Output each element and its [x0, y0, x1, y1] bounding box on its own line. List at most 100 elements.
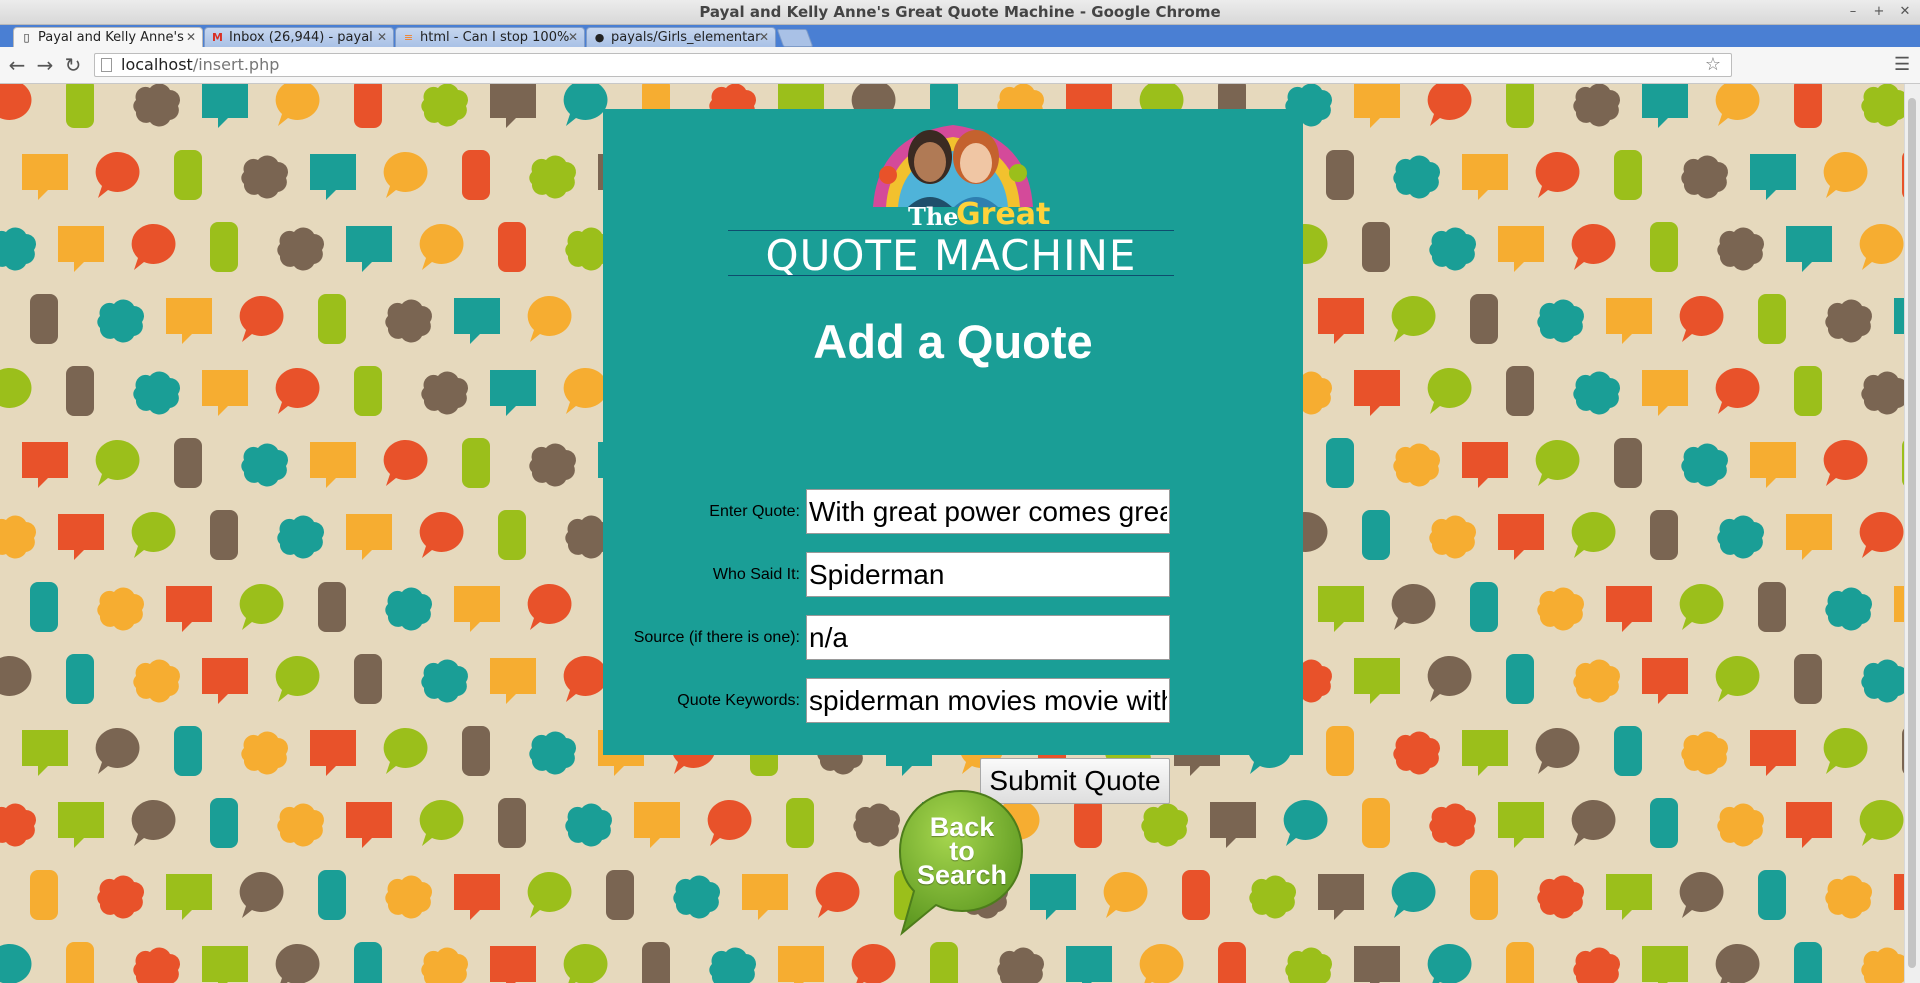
url-path: /insert.php [192, 55, 280, 74]
speech-bubble-icon [1861, 659, 1905, 703]
speech-bubble-icon [1823, 151, 1868, 198]
speech-bubble-icon [1679, 583, 1724, 630]
tab-quote-machine[interactable]: ▯ Payal and Kelly Anne's ✕ [13, 27, 203, 47]
speech-bubble-icon [1462, 730, 1508, 776]
speech-bubble-icon [1283, 799, 1328, 846]
speech-bubble-icon [174, 438, 202, 488]
speech-bubble-icon [318, 870, 346, 920]
window-title: Payal and Kelly Anne's Great Quote Machi… [699, 3, 1221, 21]
speech-bubble-icon [1391, 583, 1436, 630]
scrollbar-thumb[interactable] [1908, 98, 1916, 968]
speech-bubble-icon [786, 798, 814, 848]
speech-bubble-icon [709, 947, 756, 983]
back-arrow-icon[interactable]: ← [6, 54, 28, 76]
speech-bubble-icon [1859, 511, 1904, 558]
speech-bubble-icon [563, 84, 608, 126]
speech-bubble-icon [385, 299, 432, 343]
speech-bubble-icon [22, 154, 68, 200]
close-tab-icon[interactable]: ✕ [186, 28, 196, 47]
tab-inbox[interactable]: M Inbox (26,944) - payal ✕ [204, 27, 394, 47]
github-icon: ● [594, 31, 605, 44]
speech-bubble-icon [1362, 510, 1390, 560]
speech-bubble-icon [133, 84, 180, 127]
logo-divider [728, 275, 1174, 276]
speech-bubble-icon [419, 511, 464, 558]
speech-bubble-icon [1427, 655, 1472, 702]
speech-bubble-icon [1066, 946, 1112, 983]
close-tab-icon[interactable]: ✕ [759, 28, 769, 47]
address-bar[interactable]: localhost/insert.php ☆ [94, 53, 1732, 77]
speech-bubble-icon [1825, 587, 1873, 631]
speech-bubble-icon [1354, 84, 1400, 128]
speech-bubble-icon [277, 803, 325, 847]
speech-bubble-icon [421, 84, 468, 127]
speech-bubble-icon [0, 227, 36, 271]
vertical-scrollbar[interactable] [1904, 84, 1920, 983]
speech-bubble-icon [30, 870, 58, 920]
tab-github[interactable]: ● payals/Girls_elementar ✕ [586, 27, 776, 47]
speech-bubble-icon [97, 587, 145, 631]
reload-icon[interactable]: ↻ [62, 54, 84, 76]
speech-bubble-icon [742, 874, 788, 920]
speech-bubble-icon [1642, 946, 1688, 983]
speech-bubble-icon [1758, 294, 1786, 344]
quote-label: Enter Quote: [709, 503, 800, 520]
stackoverflow-icon: ≡ [403, 31, 414, 44]
author-input[interactable] [806, 552, 1170, 597]
maximize-button[interactable]: + [1872, 5, 1886, 19]
speech-bubble-icon [1861, 947, 1905, 983]
speech-bubble-icon [1794, 942, 1822, 983]
new-tab-button[interactable] [776, 29, 814, 47]
speech-bubble-icon [385, 875, 432, 919]
speech-bubble-icon [1750, 442, 1796, 488]
bookmark-star-icon[interactable]: ☆ [1705, 54, 1721, 76]
speech-bubble-icon [0, 367, 32, 408]
speech-bubble-icon [1786, 514, 1832, 560]
speech-bubble-icon [421, 947, 468, 983]
speech-bubble-icon [563, 367, 608, 414]
speech-bubble-icon [1823, 439, 1868, 486]
speech-bubble-icon [1537, 587, 1584, 631]
source-input[interactable] [806, 615, 1170, 660]
speech-bubble-icon [1758, 582, 1786, 632]
speech-bubble-icon [0, 655, 32, 696]
forward-arrow-icon[interactable]: → [34, 54, 56, 76]
minimize-button[interactable]: – [1846, 5, 1860, 19]
speech-bubble-icon [1681, 731, 1729, 775]
speech-bubble-icon [1141, 803, 1188, 847]
speech-bubble-icon [1470, 870, 1498, 920]
speech-bubble-icon [202, 84, 248, 128]
speech-bubble-icon [1103, 871, 1148, 918]
speech-bubble-icon [1859, 223, 1904, 270]
speech-bubble-icon [385, 587, 432, 631]
speech-bubble-icon [1825, 299, 1872, 343]
speech-bubble-icon [1681, 155, 1729, 199]
speech-bubble-icon [66, 942, 94, 983]
speech-bubble-icon [1139, 943, 1184, 983]
close-tab-icon[interactable]: ✕ [377, 28, 387, 47]
close-tab-icon[interactable]: ✕ [568, 28, 578, 47]
quote-input[interactable] [806, 489, 1170, 534]
speech-bubble-icon [815, 871, 860, 918]
back-label-line: Search [916, 860, 1008, 890]
speech-bubble-icon [58, 802, 104, 848]
speech-bubble-icon [1794, 84, 1822, 128]
speech-bubble-icon [166, 298, 212, 344]
menu-icon[interactable]: ☰ [1894, 55, 1912, 73]
speech-bubble-icon [606, 870, 634, 920]
speech-bubble-icon [30, 582, 58, 632]
speech-bubble-icon [346, 802, 392, 848]
close-window-button[interactable]: ✕ [1898, 5, 1912, 19]
speech-bubble-icon [354, 84, 382, 128]
back-to-search-button[interactable]: Back to Search [896, 787, 1026, 937]
speech-bubble-icon [1537, 299, 1584, 343]
tab-stackoverflow[interactable]: ≡ html - Can I stop 100% ✕ [395, 27, 585, 47]
speech-bubble-icon [1715, 943, 1760, 983]
speech-bubble-icon [1182, 870, 1210, 920]
speech-bubble-icon [275, 84, 320, 126]
speech-bubble-icon [853, 803, 901, 847]
speech-bubble-icon [1470, 582, 1498, 632]
keywords-input[interactable] [806, 678, 1170, 723]
speech-bubble-icon [1537, 875, 1584, 919]
speech-bubble-icon [1606, 874, 1652, 920]
